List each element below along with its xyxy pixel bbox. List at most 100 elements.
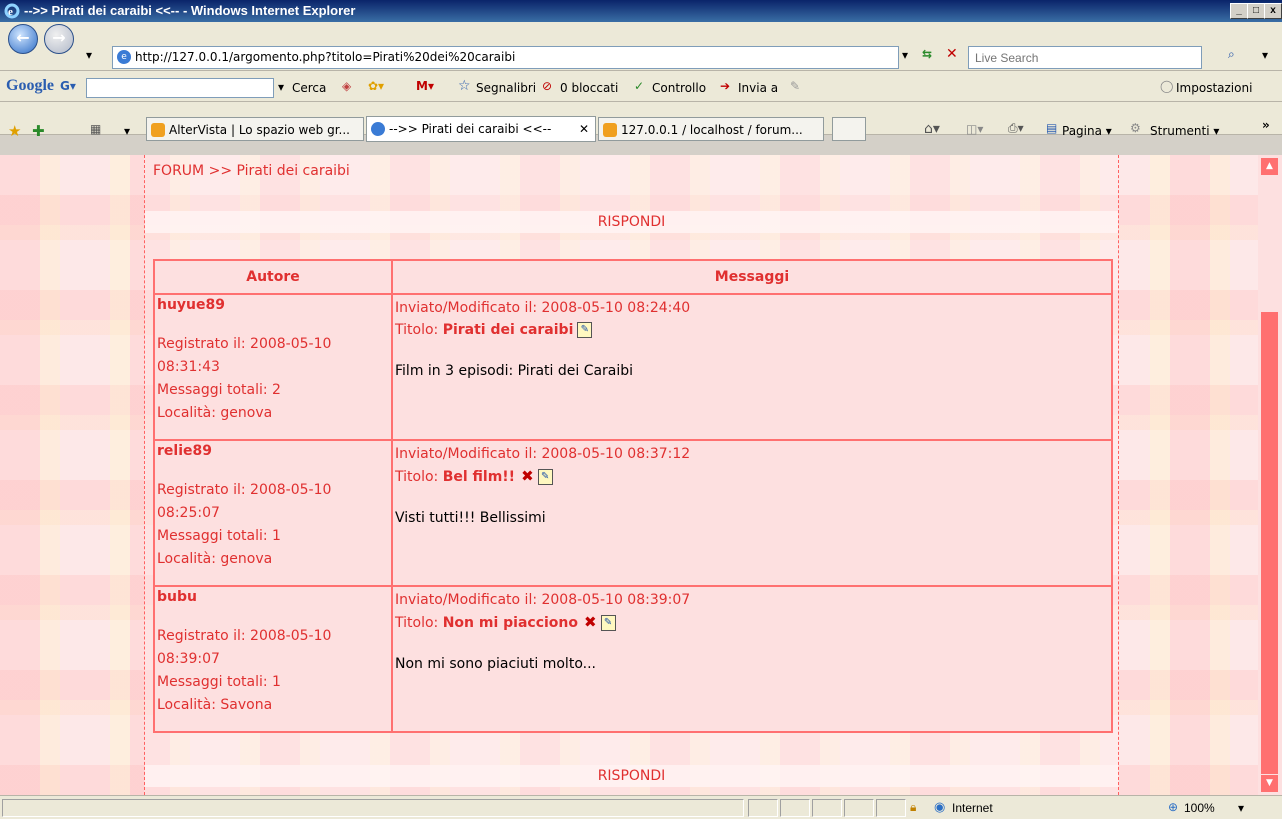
delete-icon[interactable]: ✖ [521, 465, 534, 487]
reply-link-bottom[interactable]: RISPONDI [145, 765, 1118, 787]
registered-time: 08:25:07 [157, 505, 220, 521]
address-url: http://127.0.0.1/argomento.php?titolo=Pi… [135, 50, 516, 64]
location: Località: genova [157, 551, 273, 567]
search-icon[interactable]: ⌕ [1228, 47, 1235, 62]
impostazioni-button[interactable]: Impostazioni [1176, 81, 1252, 95]
tab-altervista[interactable]: AlterVista | Lo spazio web gr... [146, 117, 364, 141]
highlight-icon[interactable]: ✎ [790, 79, 800, 93]
favorites-icon[interactable]: ★ [8, 122, 21, 140]
stop-icon[interactable]: ✕ [946, 46, 958, 62]
scrollbar-thumb[interactable] [1261, 312, 1278, 774]
print-icon[interactable]: ⎙▾ [1008, 121, 1024, 136]
window-title: -->> Pirati dei caraibi <<-- - Windows I… [24, 3, 356, 18]
minimize-button[interactable]: _ [1230, 3, 1248, 19]
google-logo: Google [6, 77, 54, 94]
edit-icon[interactable]: ✎ [577, 322, 593, 338]
google-menu-icon[interactable]: G▾ [60, 79, 76, 93]
strumenti-label: Strumenti [1150, 124, 1210, 138]
settings-radio-icon[interactable]: ◯ [1160, 79, 1173, 93]
scroll-up-arrow-icon[interactable]: ▲ [1261, 158, 1278, 175]
close-window-button[interactable]: x [1264, 3, 1282, 19]
delete-icon[interactable]: ✖ [584, 611, 597, 633]
controllo-button[interactable]: Controllo [652, 81, 706, 95]
history-dropdown-icon[interactable]: ▾ [86, 48, 92, 62]
gmail-icon[interactable]: M▾ [416, 79, 434, 93]
invia-button[interactable]: Invia a [738, 81, 778, 95]
message-cell: Inviato/Modificato il: 2008-05-10 08:39:… [391, 585, 1113, 733]
window-titlebar: e -->> Pirati dei caraibi <<-- - Windows… [0, 0, 1282, 22]
search-box[interactable] [968, 46, 1202, 69]
maximize-button[interactable]: □ [1247, 3, 1265, 19]
message-body: Non mi sono piaciuti molto... [395, 656, 596, 672]
tab-pirati[interactable]: -->> Pirati dei caraibi <<-- ✕ [366, 116, 596, 142]
popup-blocker-icon[interactable]: ⊘ [542, 79, 552, 93]
total-messages: Messaggi totali: 1 [157, 674, 281, 690]
gear-icon[interactable]: ⚙ [1130, 121, 1141, 135]
location: Località: Savona [157, 697, 273, 713]
spellcheck-icon[interactable]: ✓ [634, 79, 644, 93]
refresh-icon[interactable]: ⇆ [922, 47, 932, 61]
feeds-icon[interactable]: ◫▾ [966, 122, 983, 136]
puzzle-icon[interactable]: ✿▾ [368, 79, 384, 93]
edit-icon[interactable]: ✎ [600, 615, 616, 631]
page-icon-menu[interactable]: ▤ [1046, 121, 1057, 135]
author-name[interactable]: bubu [157, 589, 389, 605]
search-options-icon[interactable]: ▾ [1262, 48, 1268, 62]
svg-text:e: e [8, 6, 13, 18]
ie-logo-icon: e [4, 3, 20, 19]
edit-icon[interactable]: ✎ [537, 469, 553, 485]
table-row: bubu Registrato il: 2008-05-10 08:39:07 … [153, 585, 1113, 733]
pagina-label: Pagina [1062, 124, 1102, 138]
cerca-button[interactable]: Cerca [292, 81, 326, 95]
google-field-dropdown-icon[interactable]: ▾ [278, 80, 284, 94]
column-header-author: Autore [153, 259, 393, 295]
title-label: Titolo: [395, 469, 443, 485]
author-name[interactable]: huyue89 [157, 297, 389, 313]
forward-button[interactable]: → [44, 24, 74, 54]
status-cell [780, 799, 810, 817]
home-icon[interactable]: ⌂▾ [924, 121, 940, 137]
quick-tabs-icon[interactable]: ▦ [90, 122, 101, 136]
table-row: huyue89 Registrato il: 2008-05-10 08:31:… [153, 293, 1113, 441]
total-messages: Messaggi totali: 2 [157, 382, 281, 398]
globe-icon: ◉ [934, 799, 946, 814]
news-icon[interactable]: ◈ [342, 79, 351, 93]
reply-link-top[interactable]: RISPONDI [145, 211, 1118, 233]
toolbar-overflow-icon[interactable]: » [1262, 118, 1270, 132]
tab-list-icon[interactable]: ▾ [124, 124, 130, 138]
page-icon: e [117, 50, 131, 64]
google-search-field[interactable] [86, 78, 274, 98]
address-dropdown-icon[interactable]: ▾ [902, 48, 908, 62]
back-button[interactable]: ← [8, 24, 38, 54]
zoom-level[interactable]: 100% [1184, 801, 1215, 815]
search-input[interactable] [973, 50, 1177, 66]
zoom-icon[interactable]: ⊕ [1168, 800, 1178, 814]
star-icon[interactable]: ☆ [458, 78, 471, 94]
status-cell [876, 799, 906, 817]
tab-phpmyadmin[interactable]: 127.0.0.1 / localhost / forum... [598, 117, 824, 141]
tab-label: -->> Pirati dei caraibi <<-- [389, 122, 552, 136]
send-icon[interactable]: ➔ [720, 79, 730, 93]
registered-date: Registrato il: 2008-05-10 [157, 336, 332, 352]
scroll-down-arrow-icon[interactable]: ▼ [1261, 775, 1278, 792]
zoom-dropdown-icon[interactable]: ▾ [1238, 801, 1244, 815]
location: Località: genova [157, 405, 273, 421]
strumenti-menu[interactable]: Strumenti ▾ [1150, 124, 1219, 138]
breadcrumb-forum-link[interactable]: FORUM [153, 163, 204, 179]
address-field[interactable]: e http://127.0.0.1/argomento.php?titolo=… [112, 46, 899, 69]
pagina-menu[interactable]: Pagina ▾ [1062, 124, 1112, 138]
zone-label: Internet [952, 801, 993, 815]
segnalibri-button[interactable]: Segnalibri [476, 81, 536, 95]
new-tab-button[interactable] [832, 117, 866, 141]
author-name[interactable]: relie89 [157, 443, 389, 459]
tab-label: AlterVista | Lo spazio web gr... [169, 123, 350, 137]
add-favorites-icon[interactable]: ✚ [32, 122, 45, 140]
close-tab-button[interactable]: ✕ [579, 117, 589, 141]
blocked-count[interactable]: 0 bloccati [560, 81, 618, 95]
vertical-scrollbar[interactable]: ▲ ▼ [1258, 155, 1282, 795]
protected-mode-icon[interactable]: 🔒︎ [910, 800, 916, 815]
total-messages: Messaggi totali: 1 [157, 528, 281, 544]
status-cell [748, 799, 778, 817]
message-title: Pirati dei caraibi [442, 322, 574, 338]
message-cell: Inviato/Modificato il: 2008-05-10 08:37:… [391, 439, 1113, 587]
